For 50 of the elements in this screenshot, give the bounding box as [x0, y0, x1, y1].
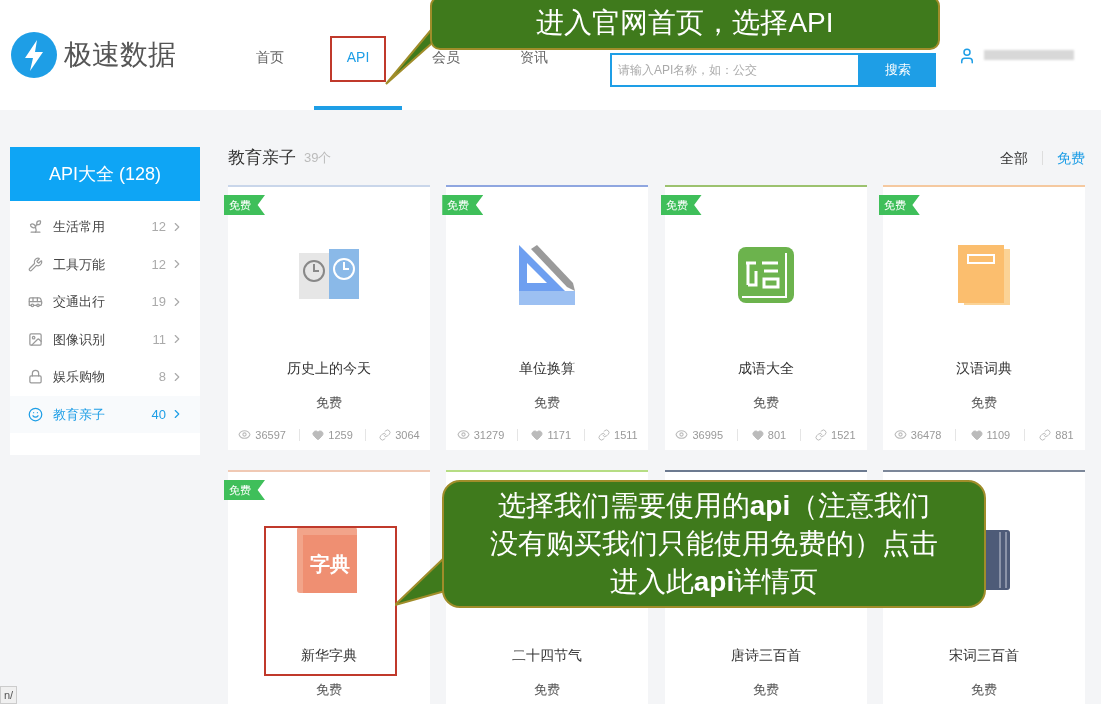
- free-ribbon: 免费: [878, 195, 920, 215]
- api-name: 宋词三百首: [948, 646, 1019, 665]
- link-count: 1511: [614, 427, 638, 443]
- category-label: 工具万能: [53, 255, 105, 274]
- category-count: 11: [152, 330, 166, 349]
- free-ribbon: 免费: [660, 195, 702, 215]
- link-count: 3064: [395, 427, 420, 443]
- category-count: 12: [151, 255, 166, 274]
- api-name: 成语大全: [737, 359, 794, 378]
- like-count: 1259: [328, 427, 353, 443]
- status-url: n/: [0, 685, 18, 704]
- api-price: 免费: [752, 681, 779, 699]
- api-price: 免费: [316, 681, 342, 699]
- api-price: 免费: [316, 394, 342, 412]
- api-price: 免费: [752, 394, 779, 412]
- section-title: 教育亲子: [228, 147, 296, 170]
- api-name: 唐诗三百首: [730, 646, 801, 665]
- link-count: 881: [1055, 427, 1074, 443]
- api-price: 免费: [970, 681, 997, 699]
- view-count: 31279: [473, 427, 505, 443]
- like-count: 1109: [986, 427, 1011, 443]
- api-name: 汉语词典: [955, 359, 1012, 378]
- api-name: 单位换算: [519, 359, 576, 378]
- api-price: 免费: [534, 681, 561, 699]
- annotation-tooltip: 进入官网首页，选择API: [430, 0, 940, 50]
- api-price: 免费: [970, 394, 997, 412]
- annotation-tooltip: 选择我们需要使用的api（注意我们没有购买我们只能使用免费的）点击进入此api详情页: [442, 480, 986, 608]
- category-label: 教育亲子: [53, 405, 105, 424]
- section-count: 39个: [304, 149, 332, 168]
- category-label: 生活常用: [53, 218, 105, 236]
- free-ribbon: 免费: [442, 195, 484, 215]
- like-count: 1171: [547, 427, 572, 443]
- link-count: 1521: [831, 427, 856, 443]
- category-count: 19: [151, 293, 166, 311]
- api-name: 二十四节气: [512, 646, 583, 665]
- category-count: 8: [158, 368, 166, 386]
- view-count: 36597: [255, 427, 286, 443]
- free-ribbon: 免费: [224, 480, 265, 500]
- category-label: 图像识别: [53, 330, 105, 349]
- view-count: 36478: [910, 427, 942, 443]
- like-count: 801: [767, 427, 787, 443]
- api-price: 免费: [534, 394, 561, 412]
- free-ribbon: 免费: [224, 195, 265, 215]
- category-label: 交通出行: [53, 293, 105, 311]
- category-count: 40: [151, 405, 166, 424]
- api-name: 新华字典: [301, 646, 357, 665]
- view-count: 36995: [692, 427, 724, 443]
- category-label: 娱乐购物: [53, 368, 105, 386]
- api-name: 历史上的今天: [287, 359, 371, 378]
- category-count: 12: [151, 218, 166, 236]
